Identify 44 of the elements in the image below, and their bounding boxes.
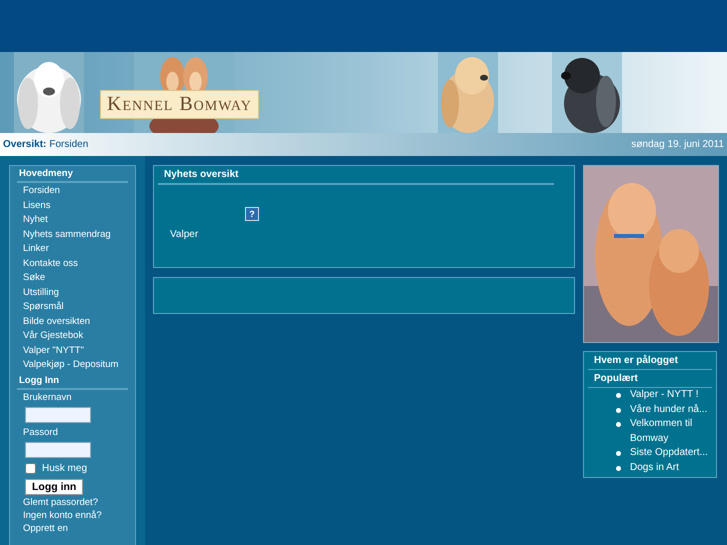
- news-link[interactable]: Valper: [170, 229, 574, 240]
- menu-item[interactable]: Forsiden: [17, 184, 128, 198]
- menu-item[interactable]: Utstilling: [17, 286, 128, 300]
- username-field[interactable]: [25, 406, 91, 422]
- bullet-icon: [616, 393, 621, 398]
- panel-title: Nyhets oversikt: [158, 166, 554, 185]
- password-field[interactable]: [25, 442, 91, 458]
- menu-item[interactable]: Nyhets sammendrag: [17, 228, 128, 242]
- menu-item[interactable]: Søke: [17, 271, 128, 286]
- bullet-icon: [616, 408, 621, 412]
- field-label: Brukernavn: [22, 390, 73, 404]
- panel-title: Hvem er pålogget: [588, 352, 712, 370]
- menu-item[interactable]: Bilde oversikten: [17, 314, 128, 329]
- checkbox[interactable]: [25, 462, 36, 474]
- menu-item[interactable]: Kontakte oss: [17, 256, 128, 271]
- menu-item[interactable]: Spørsmål: [17, 300, 128, 314]
- popular-link[interactable]: Velkommen til Bomway: [630, 417, 710, 446]
- panel-title: Populært: [588, 370, 712, 388]
- logo[interactable]: Kennel Bomway: [100, 90, 259, 119]
- link[interactable]: Ingen konto ennå?: [17, 508, 128, 522]
- login-button[interactable]: Logg inn: [25, 478, 84, 494]
- broken-image-icon: ?: [245, 207, 259, 221]
- bullet-icon: [616, 466, 621, 470]
- bullet-icon: [616, 422, 621, 427]
- menu-item[interactable]: Linker: [17, 242, 128, 256]
- menu-item[interactable]: Lisens: [17, 198, 128, 213]
- bullet-icon: [616, 451, 621, 456]
- field-label: Passord: [22, 426, 59, 440]
- menu-item[interactable]: Vår Gjestebok: [17, 329, 128, 344]
- link[interactable]: Opprett en: [17, 522, 128, 534]
- link[interactable]: Glemt passordet?: [17, 496, 128, 508]
- breadcrumb-link[interactable]: Forsiden: [49, 139, 88, 150]
- date-text: søndag 19. juni 2011: [631, 139, 724, 150]
- popular-link[interactable]: Valper - NYTT !: [630, 388, 710, 402]
- login-heading: Logg Inn: [17, 372, 128, 390]
- checkbox-label: Husk meg: [42, 462, 88, 474]
- menu-item[interactable]: Nyhet: [17, 213, 128, 228]
- popular-link[interactable]: Dogs in Art: [630, 460, 710, 475]
- popular-link[interactable]: Våre hunder nå...: [630, 402, 710, 417]
- breadcrumb-label: Oversikt:: [3, 139, 46, 150]
- menu-item[interactable]: Valper "NYTT": [17, 344, 128, 358]
- menu-item[interactable]: Valpekjøp - Depositum: [17, 358, 128, 372]
- popular-link[interactable]: Siste Oppdatert...: [630, 446, 710, 460]
- menu-heading: Hovedmeny: [17, 166, 128, 183]
